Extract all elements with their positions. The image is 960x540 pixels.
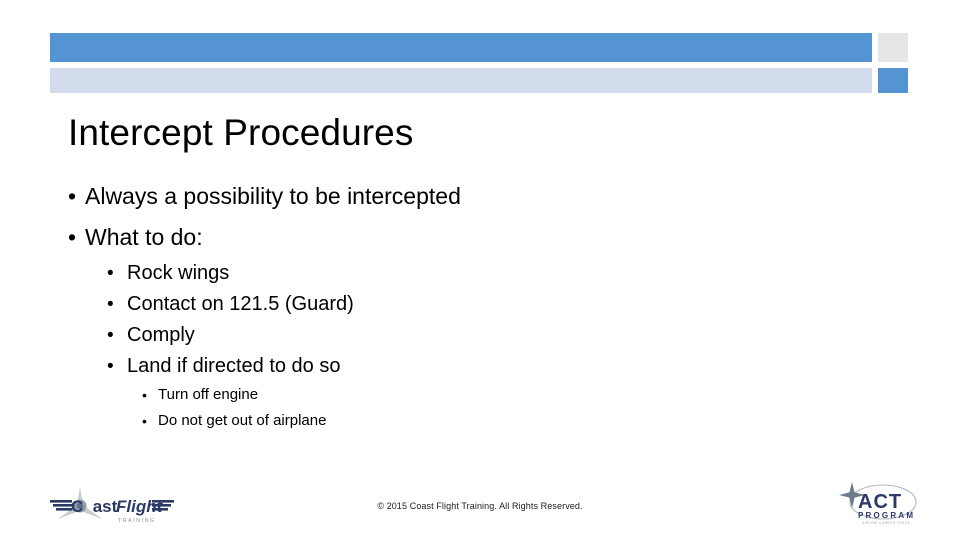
bullet-point-icon: • <box>142 387 147 403</box>
list-item-label: Rock wings <box>127 262 230 284</box>
bullet-point-icon: • <box>107 325 114 346</box>
logo-word-program: PROGRAM <box>858 511 915 520</box>
list-item-label: Contact on 121.5 (Guard) <box>127 293 354 315</box>
list-item: • Land if directed to do so <box>0 351 960 382</box>
logo-tagline-training: TRAINING <box>118 518 156 524</box>
bullet-point-icon: • <box>68 183 77 209</box>
header-band-gray-block <box>878 33 908 62</box>
logo-word-flight: Flight <box>116 497 164 516</box>
slide-body: • Always a possibility to be intercepted… <box>0 176 960 434</box>
list-item: • Comply <box>0 320 960 351</box>
list-item-label: Land if directed to do so <box>127 355 341 377</box>
list-item-label: Do not get out of airplane <box>158 412 327 429</box>
page-title: Intercept Procedures <box>68 112 414 153</box>
list-item: • Do not get out of airplane <box>0 408 960 434</box>
bullet-list-level-1: • Always a possibility to be intercepted… <box>0 176 960 258</box>
list-item: • Turn off engine <box>0 382 960 408</box>
bullet-point-icon: • <box>107 356 114 377</box>
act-program-logo: ACT PROGRAM AIRLINE CAREER TRACK <box>836 480 926 530</box>
bullet-point-icon: • <box>107 294 114 315</box>
list-item-label: What to do: <box>85 224 203 250</box>
logo-tagline-act: AIRLINE CAREER TRACK <box>862 521 911 525</box>
list-item-label: Turn off engine <box>158 386 259 403</box>
logo-word-coast: C ast <box>71 497 118 516</box>
header-band-secondary <box>50 68 872 93</box>
header-band-primary <box>50 33 872 62</box>
list-item-label: Comply <box>127 324 195 346</box>
coast-flight-training-logo: C ast Flight TRAINING <box>50 483 174 527</box>
logo-acronym-act: ACT <box>858 491 902 513</box>
wing-left-icon <box>50 500 72 511</box>
header-band-blue-block <box>878 68 908 93</box>
bullet-list-level-2: • Rock wings • Contact on 121.5 (Guard) … <box>0 258 960 382</box>
list-item: • What to do: <box>0 217 960 258</box>
bullet-point-icon: • <box>68 224 77 250</box>
slide-canvas: Intercept Procedures • Always a possibil… <box>0 0 960 540</box>
bullet-point-icon: • <box>107 263 114 284</box>
list-item: • Rock wings <box>0 258 960 289</box>
list-item: • Contact on 121.5 (Guard) <box>0 289 960 320</box>
bullet-point-icon: • <box>142 413 147 429</box>
list-item: • Always a possibility to be intercepted <box>0 176 960 217</box>
list-item-label: Always a possibility to be intercepted <box>85 183 461 209</box>
bullet-list-level-3: • Turn off engine • Do not get out of ai… <box>0 382 960 434</box>
